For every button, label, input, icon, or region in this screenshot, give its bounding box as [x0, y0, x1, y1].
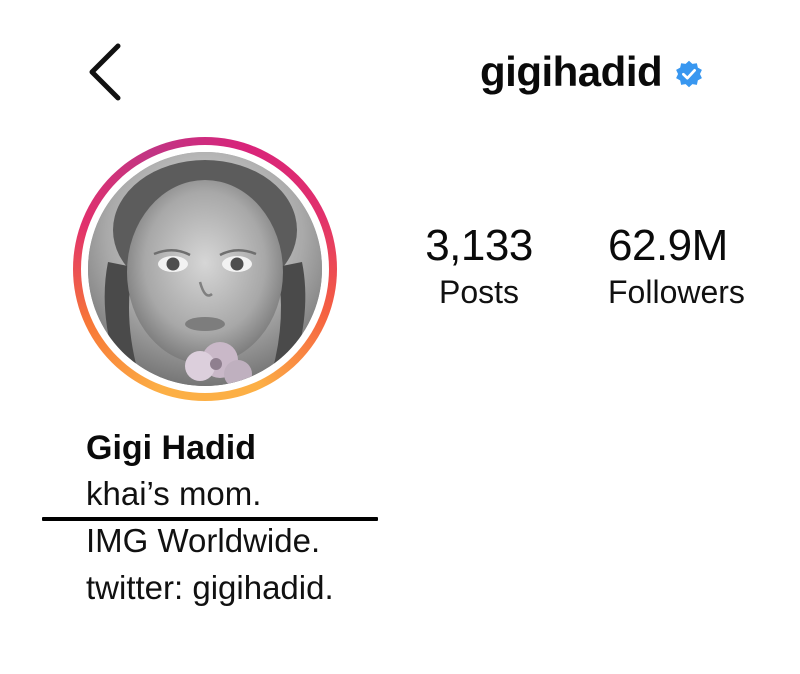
username: gigihadid — [480, 48, 663, 95]
profile-avatar[interactable] — [73, 137, 337, 401]
header-title: gigihadid — [480, 48, 704, 96]
bio-line-2: IMG Worldwide. — [86, 522, 321, 559]
underline-annotation — [42, 517, 378, 521]
posts-label: Posts — [438, 274, 520, 310]
posts-count: 3,133 — [425, 221, 533, 270]
followers-count: 62.9M — [608, 221, 728, 270]
display-name: Gigi Hadid — [86, 429, 256, 467]
verified-badge-icon — [674, 60, 704, 90]
chevron-left-icon — [89, 43, 121, 101]
profile-screen: gigihadid 3,133 Posts 62.9M Followers Gi… — [0, 0, 800, 674]
followers-label: Followers — [608, 274, 745, 310]
back-button[interactable] — [78, 40, 138, 104]
bio-line-3: twitter: gigihadid. — [86, 569, 334, 606]
posts-stat[interactable]: 3,133 Posts — [414, 220, 544, 312]
child-portrait-image — [88, 152, 322, 386]
bio-line-1: khai’s mom. — [86, 475, 262, 512]
followers-stat[interactable]: 62.9M Followers — [608, 220, 800, 312]
avatar-photo — [88, 152, 322, 386]
